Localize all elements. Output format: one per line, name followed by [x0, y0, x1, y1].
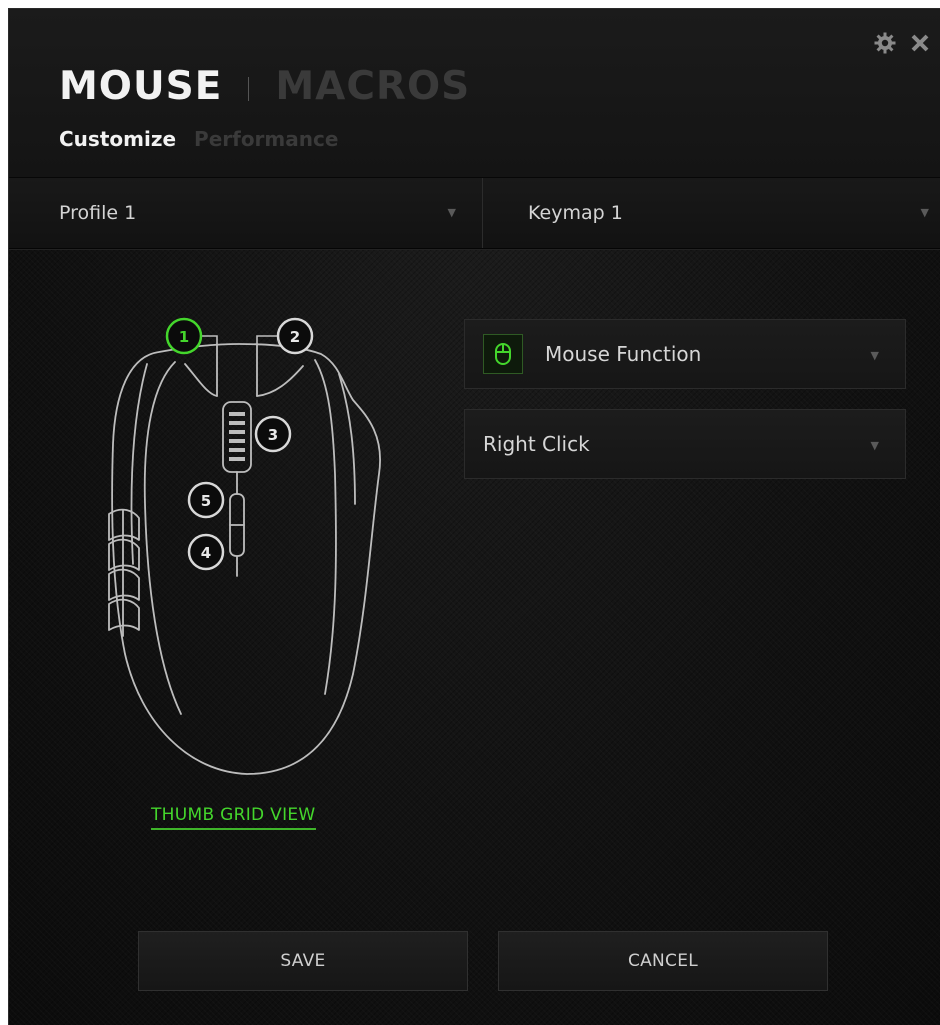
gear-icon[interactable]: [873, 31, 897, 55]
keymap-dropdown[interactable]: Keymap 1 ▼: [483, 178, 940, 248]
button-2-callout[interactable]: 2: [276, 317, 314, 355]
tab-performance[interactable]: Performance: [194, 127, 338, 151]
button-4-label: 4: [201, 544, 211, 562]
header: MOUSE MACROS Customize Performance: [9, 9, 940, 178]
main-nav: MOUSE MACROS: [59, 61, 470, 111]
sub-nav: Customize Performance: [59, 127, 338, 151]
window-controls: [873, 31, 931, 55]
button-5-callout[interactable]: 5: [187, 481, 225, 519]
chevron-down-icon: ▼: [870, 349, 879, 362]
profile-dropdown[interactable]: Profile 1 ▼: [9, 178, 482, 248]
function-label: Mouse Function: [545, 342, 702, 366]
thumb-grid-view-link[interactable]: THUMB GRID VIEW: [151, 805, 316, 830]
close-icon[interactable]: [909, 32, 931, 54]
button-4-callout[interactable]: 4: [187, 533, 225, 571]
action-label: Right Click: [483, 432, 590, 456]
tab-customize[interactable]: Customize: [59, 127, 176, 151]
mouse-diagram: 1 2 3 5 4: [108, 317, 381, 775]
button-5-label: 5: [201, 492, 211, 510]
function-dropdown[interactable]: Mouse Function ▼: [464, 319, 906, 389]
button-1-label: 1: [179, 328, 189, 346]
profile-value: Profile 1: [59, 202, 137, 224]
button-2-label: 2: [290, 328, 300, 346]
app-window: MOUSE MACROS Customize Performance Profi…: [8, 8, 940, 1025]
save-button[interactable]: SAVE: [138, 931, 468, 991]
button-3-label: 3: [268, 426, 278, 444]
mouse-icon: [483, 334, 523, 374]
action-dropdown[interactable]: Right Click ▼: [464, 409, 906, 479]
chevron-down-icon: ▼: [920, 206, 929, 219]
tab-mouse[interactable]: MOUSE: [59, 64, 222, 109]
chevron-down-icon: ▼: [447, 206, 456, 219]
button-3-callout[interactable]: 3: [254, 415, 292, 453]
keymap-value: Keymap 1: [528, 202, 623, 224]
tab-macros[interactable]: MACROS: [275, 64, 470, 109]
cancel-button[interactable]: CANCEL: [498, 931, 828, 991]
profile-keymap-bar: Profile 1 ▼ Keymap 1 ▼: [9, 178, 940, 249]
nav-separator: [248, 77, 250, 101]
button-1-callout[interactable]: 1: [165, 317, 203, 355]
chevron-down-icon: ▼: [870, 439, 879, 452]
